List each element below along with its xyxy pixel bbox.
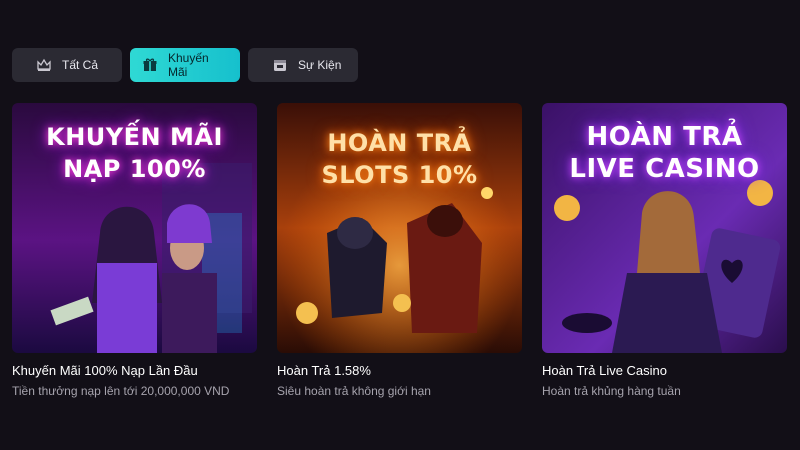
promo-banner-image[interactable]: HOÀN TRẢ LIVE CASINO (542, 103, 787, 353)
headline-line-2: SLOTS 10% (321, 161, 478, 189)
banner-headline: HOÀN TRẢ SLOTS 10% (277, 127, 522, 191)
tab-label: Tất Cả (62, 58, 99, 72)
banner-headline: KHUYẾN MÃI NẠP 100% (12, 121, 257, 185)
promo-title[interactable]: Khuyến Mãi 100% Nạp Lần Đầu (12, 363, 257, 378)
promo-title[interactable]: Hoàn Trả Live Casino (542, 363, 787, 378)
tab-promotions[interactable]: Khuyến Mãi (130, 48, 240, 82)
promo-title[interactable]: Hoàn Trả 1.58% (277, 363, 522, 378)
headline-line-1: KHUYẾN MÃI (46, 123, 223, 151)
banner-headline: HOÀN TRẢ LIVE CASINO (542, 121, 787, 185)
promo-subtitle: Hoàn trả khủng hàng tuần (542, 384, 681, 398)
headline-line-2: LIVE CASINO (569, 154, 760, 184)
crown-icon (36, 57, 52, 73)
category-tabs: Tất Cả Khuyến Mãi Sự Kiện (12, 48, 358, 82)
headline-line-2: NẠP 100% (63, 155, 206, 183)
promo-banner-image[interactable]: KHUYẾN MÃI NẠP 100% (12, 103, 257, 353)
headline-line-1: HOÀN TRẢ (586, 122, 743, 152)
promo-card-slots-rebate[interactable]: HOÀN TRẢ SLOTS 10% Hoàn Trả 1.58% Siêu h… (277, 103, 522, 398)
tab-label: Sự Kiện (298, 58, 342, 72)
promotions-page: Tất Cả Khuyến Mãi Sự Kiện KHUYẾN MÃI NẠP… (0, 0, 800, 450)
tab-events[interactable]: Sự Kiện (248, 48, 358, 82)
promo-banner-image[interactable]: HOÀN TRẢ SLOTS 10% (277, 103, 522, 353)
gift-icon (142, 57, 158, 73)
promo-card-first-deposit[interactable]: KHUYẾN MÃI NẠP 100% Khuyến Mãi 100% Nạp … (12, 103, 257, 398)
promo-card-live-casino-rebate[interactable]: HOÀN TRẢ LIVE CASINO Hoàn Trả Live Casin… (542, 103, 787, 398)
promo-subtitle: Tiền thưởng nạp lên tới 20,000,000 VND (12, 384, 230, 398)
promo-subtitle: Siêu hoàn trả không giới hạn (277, 384, 431, 398)
calendar-icon (272, 57, 288, 73)
tab-label: Khuyến Mãi (168, 51, 209, 79)
headline-line-1: HOÀN TRẢ (327, 129, 472, 157)
tab-all[interactable]: Tất Cả (12, 48, 122, 82)
